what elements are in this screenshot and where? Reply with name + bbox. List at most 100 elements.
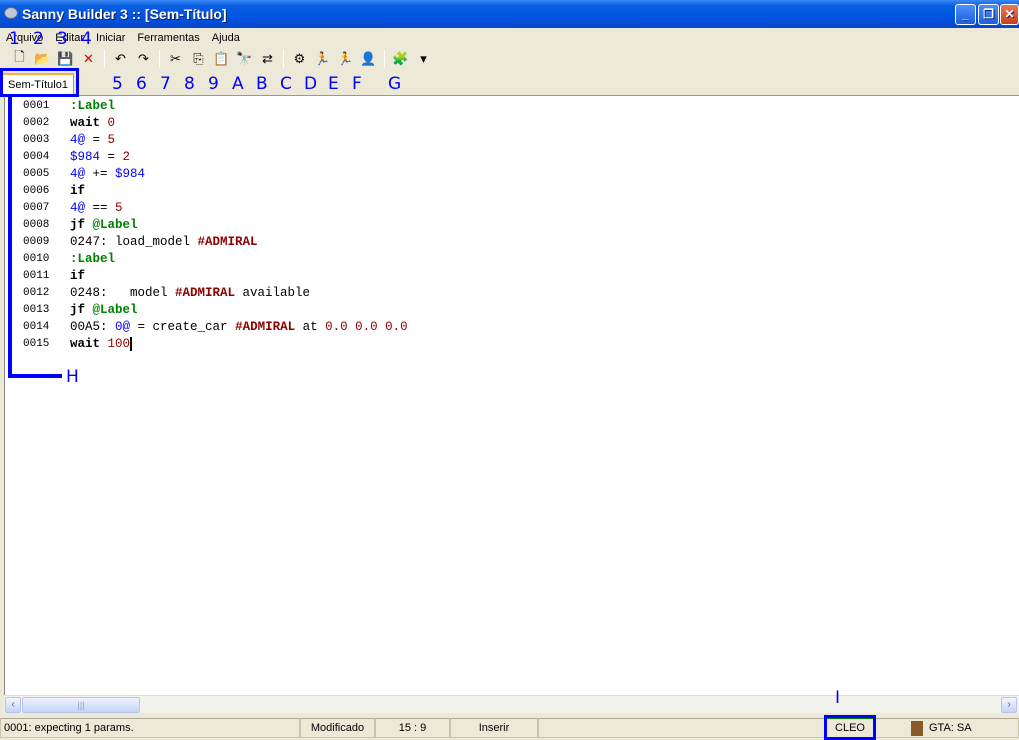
annotation-4: 4 <box>81 29 92 49</box>
close-window-button[interactable]: ✕ <box>1000 4 1019 25</box>
replace-button[interactable]: ⇄ <box>256 48 279 70</box>
token-kw: jf <box>70 303 86 317</box>
line-number: 0015 <box>23 338 50 350</box>
code-text: 0247: load_model #ADMIRAL <box>70 234 258 251</box>
token-var: 4@ <box>70 167 86 181</box>
line-number: 0009 <box>23 236 50 248</box>
copy-icon: ⎘ <box>193 51 204 66</box>
open-folder-icon: 📂 <box>34 51 51 66</box>
title-bar: Sanny Builder 3 :: [Sem-Título] _ ❐ ✕ <box>0 0 1019 28</box>
token-kw: jf <box>70 218 86 232</box>
token-mdl: #ADMIRAL <box>197 235 258 249</box>
app-icon[interactable] <box>4 7 18 19</box>
line-number: 0001 <box>23 100 50 112</box>
token-var: $984 <box>115 167 146 181</box>
annotation-3: 3 <box>57 29 68 49</box>
status-empty <box>538 718 825 738</box>
token-txt: = create_car <box>130 320 236 334</box>
undo-button[interactable]: ↶ <box>109 48 132 70</box>
annotation-f: F <box>352 74 362 94</box>
token-var: $984 <box>70 150 101 164</box>
token-var: 4@ <box>70 133 86 147</box>
annotation-cleo-box <box>824 715 876 740</box>
line-number: 0011 <box>23 270 50 282</box>
find-button[interactable]: 🔭 <box>233 48 256 70</box>
annotation-h-line <box>8 96 12 378</box>
undo-icon: ↶ <box>115 51 126 66</box>
window-title: Sanny Builder 3 :: [Sem-Título] <box>22 6 227 22</box>
token-num: 2 <box>122 150 131 164</box>
redo-icon: ↷ <box>138 51 149 66</box>
code-text: 4@ += $984 <box>70 166 145 183</box>
annotation-8: 8 <box>184 74 195 94</box>
dropdown-arrow-button[interactable]: ▾ <box>412 48 435 70</box>
annotation-tab-box <box>0 68 79 97</box>
plugins-button[interactable]: 🧩 <box>389 48 412 70</box>
code-text: 00A5: 0@ = create_car #ADMIRAL at 0.0 0.… <box>70 319 408 336</box>
compile-icon: ⚙ <box>293 51 306 66</box>
minimize-button[interactable]: _ <box>955 4 976 25</box>
code-text: 4@ = 5 <box>70 132 115 149</box>
token-mdl: #ADMIRAL <box>235 320 296 334</box>
line-number: 0014 <box>23 321 50 333</box>
annotation-a: A <box>232 74 244 94</box>
menu-ferramentas[interactable]: Ferramentas <box>131 32 205 44</box>
redo-button[interactable]: ↷ <box>132 48 155 70</box>
compile-run-button[interactable]: 🏃 <box>334 48 357 70</box>
game-icon: 👤 <box>360 51 377 66</box>
annotation-e: E <box>328 74 339 94</box>
compile-button[interactable]: ⚙ <box>288 48 311 70</box>
status-position: 15 : 9 <box>375 718 450 738</box>
line-number: 0004 <box>23 151 50 163</box>
plugins-icon: 🧩 <box>392 51 409 66</box>
line-number: 0003 <box>23 134 50 146</box>
annotation-2: 2 <box>33 29 44 49</box>
token-kw: if <box>70 184 86 198</box>
save-icon: 💾 <box>57 51 74 66</box>
code-text: 4@ == 5 <box>70 200 123 217</box>
save-button[interactable]: 💾 <box>54 48 77 70</box>
scroll-thumb[interactable]: ||| <box>22 697 140 713</box>
annotation-5: 5 <box>112 74 123 94</box>
scroll-left-icon[interactable]: ‹ <box>5 697 21 713</box>
paste-button[interactable]: 📋 <box>210 48 233 70</box>
code-editor[interactable]: 0001:Label 0002 wait 0 0003 4@ = 5 0004 $984 =… <box>4 96 1019 695</box>
line-number: 0006 <box>23 185 50 197</box>
scroll-right-icon[interactable]: › <box>1001 697 1017 713</box>
line-number: 0007 <box>23 202 50 214</box>
token-mdl: #ADMIRAL <box>175 286 236 300</box>
token-lbl: @Label <box>92 218 138 232</box>
game-button[interactable]: 👤 <box>357 48 380 70</box>
token-num: 5 <box>107 133 116 147</box>
toolbar: 🗋 📂 💾 ✕ ↶ ↷ ✂ ⎘ 📋 🔭 ⇄ ⚙ 🏃 🏃 👤 🧩 ▾ <box>0 47 1019 71</box>
game-character-icon <box>911 721 923 736</box>
token-num: 0 <box>107 116 116 130</box>
code-text: :Label <box>70 98 115 115</box>
compile-run-icon: 🏃 <box>337 51 354 66</box>
token-txt: == <box>85 201 116 215</box>
menu-ajuda[interactable]: Ajuda <box>206 32 246 44</box>
cut-button[interactable]: ✂ <box>164 48 187 70</box>
status-message: 0001: expecting 1 params. <box>0 718 300 738</box>
status-game-label: GTA: SA <box>929 722 972 734</box>
new-file-button[interactable]: 🗋 <box>8 48 31 70</box>
token-txt: at <box>295 320 326 334</box>
status-game[interactable]: GTA: SA <box>875 718 1019 738</box>
menu-iniciar[interactable]: Iniciar <box>90 32 131 44</box>
new-file-icon: 🗋 <box>14 49 25 64</box>
code-text: wait 0 <box>70 115 115 132</box>
toolbar-separator <box>159 50 160 68</box>
token-var: 4@ <box>70 201 86 215</box>
menu-bar: Arquivo Editar Iniciar Ferramentas Ajuda <box>0 28 1019 47</box>
maximize-button[interactable]: ❐ <box>978 4 999 25</box>
token-kw: if <box>70 269 86 283</box>
open-folder-button[interactable]: 📂 <box>31 48 54 70</box>
horizontal-scrollbar[interactable]: ‹ ||| › <box>4 695 1019 713</box>
token-txt: available <box>235 286 311 300</box>
run-button[interactable]: 🏃 <box>311 48 334 70</box>
copy-button[interactable]: ⎘ <box>187 48 210 70</box>
close-button[interactable]: ✕ <box>77 48 100 70</box>
code-text: 0248: model #ADMIRAL available <box>70 285 310 302</box>
